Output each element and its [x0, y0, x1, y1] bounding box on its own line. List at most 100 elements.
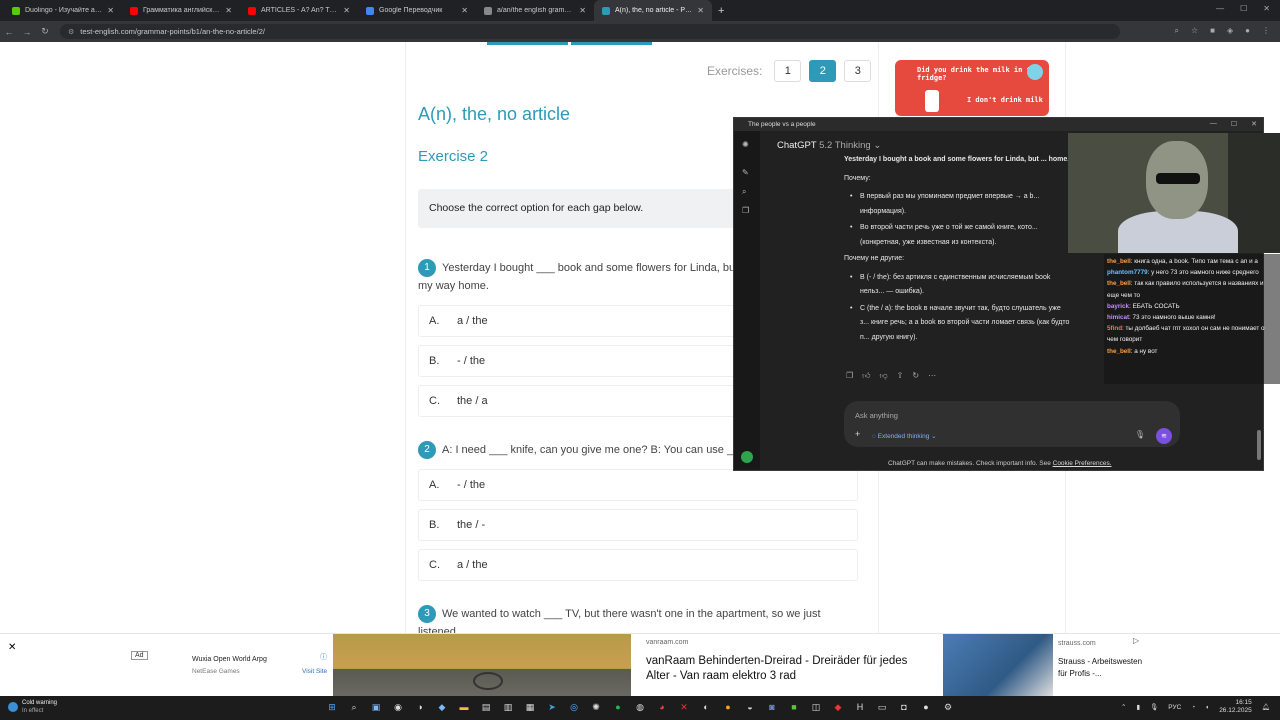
weather-widget[interactable]: Cold warning In effect [8, 699, 57, 715]
terminal-icon[interactable]: ▭ [875, 700, 889, 714]
notifications-icon[interactable]: 🔔︎ [1262, 703, 1270, 711]
close-ad-icon[interactable]: ✕ [8, 642, 16, 653]
maximize-icon[interactable]: ☐ [1231, 120, 1237, 128]
site-info-icon[interactable]: ⚙ [68, 28, 74, 36]
app-icon[interactable]: ◫ [809, 700, 823, 714]
maximize-icon[interactable]: ☐ [1240, 4, 1247, 13]
browser-tab[interactable]: A(n), the, no article - Page 2 of ✕ [594, 0, 712, 21]
ad3-image[interactable] [943, 634, 1053, 697]
new-tab-button[interactable]: + [718, 5, 724, 17]
extension-icon[interactable]: ■ [1210, 26, 1215, 36]
app-icon[interactable]: ● [919, 700, 933, 714]
app-icon[interactable]: ◒ [743, 700, 757, 714]
option-2c[interactable]: C. a / the [418, 549, 858, 581]
close-tab-icon[interactable]: ✕ [461, 6, 468, 15]
app-icon[interactable]: ◉ [391, 700, 405, 714]
thumbs-up-icon[interactable]: 👍︎ [862, 371, 870, 381]
ad1-visit-link[interactable]: Visit Site [302, 668, 327, 675]
browser-tab[interactable]: Google Переводчик ✕ [358, 0, 476, 21]
minimize-icon[interactable]: — [1210, 120, 1217, 128]
exercise-page-2[interactable]: 2 [809, 60, 837, 82]
ad3-title[interactable]: Strauss - Arbeitswesten für Profis -... [1058, 656, 1148, 680]
voice-mode-icon[interactable]: ≋ [1156, 428, 1172, 444]
exercise-page-1[interactable]: 1 [774, 60, 802, 82]
scrollbar[interactable] [1257, 430, 1261, 460]
browser-tab[interactable]: ARTICLES - A? An? The? | How ✕ [240, 0, 358, 21]
copy-icon[interactable]: ❐ [846, 371, 853, 381]
ad-choices-icon[interactable]: ▷ [1133, 636, 1139, 645]
close-icon[interactable]: ✕ [1251, 120, 1257, 128]
chatgpt-icon[interactable]: ✺ [589, 700, 603, 714]
profile-icon[interactable]: ● [1245, 26, 1250, 36]
new-chat-icon[interactable]: ✎ [742, 168, 749, 177]
steam-icon[interactable]: ◎ [567, 700, 581, 714]
zoom-icon[interactable]: ⌕ [1175, 26, 1179, 36]
ad2-title[interactable]: vanRaam Behinderten-Dreirad - Dreiräder … [646, 654, 926, 684]
ad1-title[interactable]: Wuxia Open World Arpg [192, 656, 267, 663]
share-icon[interactable]: ⇧ [897, 371, 904, 381]
option-2a[interactable]: A. - / the [418, 469, 858, 501]
app-icon[interactable]: ◆ [435, 700, 449, 714]
clock[interactable]: 16:15 26.12.2025 [1219, 699, 1252, 715]
close-icon[interactable]: ✕ [1263, 4, 1270, 13]
promo-banner[interactable]: Did you drink the milk in the fridge? I … [895, 60, 1049, 116]
close-tab-icon[interactable]: ✕ [225, 6, 232, 15]
back-icon[interactable]: ← [0, 27, 18, 37]
app-icon[interactable]: ◘ [897, 700, 911, 714]
close-tab-icon[interactable]: ✕ [107, 6, 114, 15]
discord-icon[interactable]: ◙ [765, 700, 779, 714]
mic-icon[interactable]: 🎙︎ [1150, 703, 1158, 711]
url-field[interactable]: ⚙ test-english.com/grammar-points/b1/an-… [60, 24, 1120, 39]
reload-icon[interactable]: ↻ [36, 26, 54, 37]
close-tab-icon[interactable]: ✕ [697, 6, 704, 15]
chrome-icon[interactable]: ◕ [655, 700, 669, 714]
ad2-image[interactable] [333, 634, 631, 697]
language-indicator[interactable]: РУС [1168, 704, 1181, 711]
browser-tab[interactable]: Duolingo - Изучайте английск ✕ [4, 0, 122, 21]
app-icon[interactable]: ● [721, 700, 735, 714]
app-icon[interactable]: ◆ [831, 700, 845, 714]
windows-start-icon[interactable]: ⊞ [325, 700, 339, 714]
close-tab-icon[interactable]: ✕ [343, 6, 350, 15]
app-icon[interactable]: ▦ [523, 700, 537, 714]
settings-icon[interactable]: ⚙ [941, 700, 955, 714]
puzzle-icon[interactable]: ◈ [1227, 26, 1233, 36]
library-icon[interactable]: ❐ [742, 206, 749, 215]
menu-icon[interactable]: ⋮ [1262, 26, 1270, 36]
cookie-preferences-link[interactable]: Cookie Preferences. [1053, 460, 1112, 467]
browser-tab[interactable]: Грамматика английского язы✕ [122, 0, 240, 21]
telegram-icon[interactable]: ➤ [545, 700, 559, 714]
model-selector[interactable]: ChatGPT 5.2 Thinking ⌄ [777, 140, 881, 151]
exercise-page-3[interactable]: 3 [844, 60, 872, 82]
app-icon[interactable]: ▥ [501, 700, 515, 714]
plus-icon[interactable]: + [855, 429, 860, 439]
volume-icon[interactable]: ◖ [1205, 704, 1209, 711]
network-icon[interactable]: ▮ [1136, 703, 1140, 711]
search-icon[interactable]: ⌕ [742, 187, 746, 197]
extended-thinking-toggle[interactable]: ◌ Extended thinking ⌄ [872, 432, 937, 440]
chat-input-box[interactable]: Ask anything + ◌ Extended thinking ⌄ 🎙︎ … [844, 401, 1180, 447]
app-icon[interactable]: ▤ [479, 700, 493, 714]
folder-icon[interactable]: ▬ [457, 700, 471, 714]
regenerate-icon[interactable]: ↻ [912, 371, 919, 381]
file-explorer-icon[interactable]: ▣ [369, 700, 383, 714]
bookmark-star-icon[interactable]: ☆ [1191, 26, 1198, 36]
tray-chevron-icon[interactable]: ⌃ [1121, 703, 1126, 711]
spotify-icon[interactable]: ● [611, 700, 625, 714]
forward-icon[interactable]: → [18, 27, 36, 37]
ad-info-icon[interactable]: ⓘ [320, 652, 327, 662]
app-icon[interactable]: ◑ [413, 700, 427, 714]
wifi-icon[interactable]: ◔ [1191, 704, 1195, 711]
app-icon[interactable]: ◐ [699, 700, 713, 714]
thumbs-down-icon[interactable]: 👎︎ [880, 371, 888, 381]
option-2b[interactable]: B. the / - [418, 509, 858, 541]
close-tab-icon[interactable]: ✕ [579, 6, 586, 15]
openai-logo-icon[interactable]: ✺ [742, 140, 749, 149]
microphone-icon[interactable]: 🎙︎ [1135, 430, 1145, 439]
app-icon[interactable]: H [853, 700, 867, 714]
app-icon[interactable]: ✕ [677, 700, 691, 714]
minimize-icon[interactable]: — [1216, 4, 1224, 13]
minecraft-icon[interactable]: ■ [787, 700, 801, 714]
browser-tab[interactable]: a/an/the english grammar gam✕ [476, 0, 594, 21]
more-icon[interactable]: ⋯ [928, 371, 936, 381]
